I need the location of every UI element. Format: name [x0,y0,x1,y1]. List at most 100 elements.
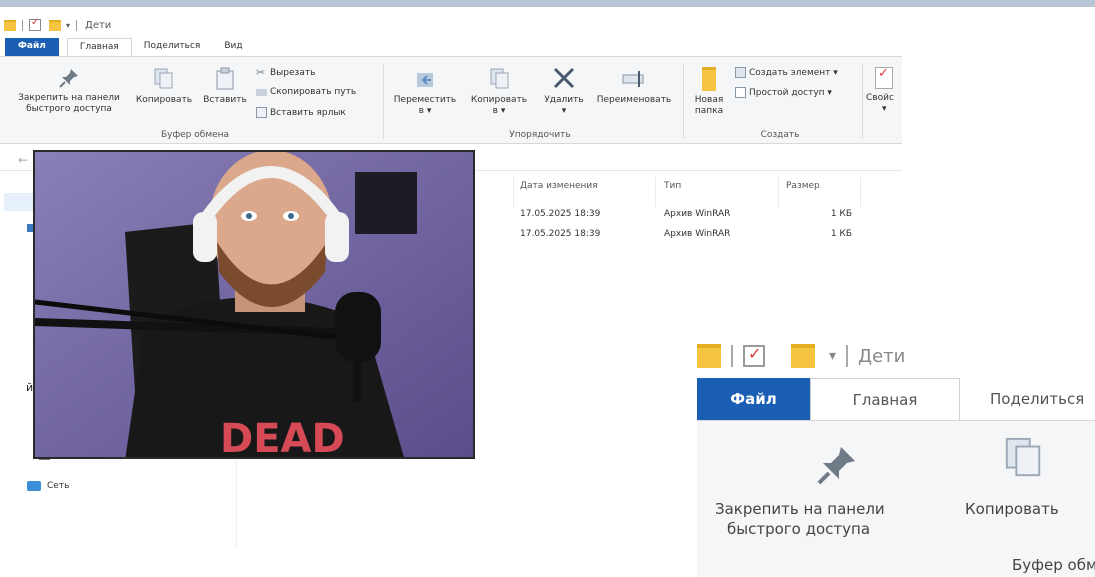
ribbon-tabs: Файл Главная Поделиться Вид [0,38,255,56]
paste-button[interactable]: Вставить [200,67,250,106]
cut-button[interactable]: ✂ Вырезать [256,67,315,78]
folder-icon[interactable] [4,19,16,31]
move-suffix: в ▾ [418,106,432,116]
new-item-icon [735,67,746,78]
new-item-button[interactable]: Создать элемент ▾ [735,67,838,78]
zoom-clipboard-label: Буфер обмена [1012,556,1095,574]
separator [22,19,23,31]
copy-to-icon [490,68,509,89]
column-separator [860,177,861,207]
move-icon [417,73,433,87]
delete-suffix: ▾ [561,106,567,116]
tab-share[interactable]: Поделиться [132,38,213,56]
new-folder-label-2: папка [694,106,724,116]
group-organize-label: Упорядочить [509,130,571,140]
delete-button[interactable]: Удалить ▾ [538,65,590,117]
copy-to-button[interactable]: Копировать в ▾ [463,67,535,117]
rename-icon [622,71,644,87]
tab-view[interactable]: Вид [212,38,254,56]
folder-icon [697,344,721,368]
nav-selected-item[interactable] [4,193,34,211]
properties-check-mark-icon: ✓ [878,67,889,81]
properties-icon: ✓ [875,67,893,89]
copy-to-suffix: в ▾ [492,106,506,116]
move-to-button[interactable]: Переместить в ▾ [387,67,463,117]
paste-shortcut-label: Вставить ярлык [270,107,346,118]
copy-icon [154,68,173,89]
delete-label: Удалить [544,95,584,105]
properties-label: Свойс [866,93,894,103]
ribbon: Закрепить на панели быстрого доступа Коп… [0,56,902,144]
shirt-print: DEAD [220,416,345,459]
easy-access-label: Простой доступ ▾ [749,87,832,98]
column-header-date[interactable]: Дата изменения [520,181,598,207]
new-folder-icon [702,67,716,91]
column-header-type[interactable]: Тип [664,181,681,207]
column-separator [655,177,656,207]
new-folder-label: Новая [694,95,724,105]
separator [731,345,733,367]
zoom-pin-label-2: быстрого доступа [727,520,871,538]
file-type: Архив WinRAR [664,229,731,239]
zoom-quick-access-toolbar: ▾ Дети [697,341,905,371]
customize-qat-arrow-icon: ▾ [829,348,837,364]
window-title: Дети [85,19,112,31]
easy-access-icon [735,87,746,98]
column-separator [513,177,514,207]
group-separator [683,63,684,139]
zoom-copy-label: Копировать [965,500,1059,518]
pin-icon [59,69,78,88]
zoom-ribbon-tabs: Файл Главная Поделиться [697,378,1084,420]
rename-button[interactable]: Переименовать [590,67,678,106]
move-label: Переместить [393,95,457,105]
copy-label: Копировать [135,95,193,105]
tab-home[interactable]: Главная [66,38,132,56]
group-clipboard-label: Буфер обмена [160,130,230,140]
window-top-border [0,0,1095,7]
zoom-window-title: Дети [858,345,906,367]
file-date: 17.05.2025 18:39 [520,229,601,239]
easy-access-button[interactable]: Простой доступ ▾ [735,87,832,98]
quick-access-toolbar: ▾ Дети [0,16,111,34]
copy-path-label: Скопировать путь [270,87,357,97]
group-new-label: Создать [760,130,800,140]
new-folder-icon [791,344,815,368]
zoom-tab-share: Поделиться [990,390,1085,408]
zoom-ribbon: Закрепить на панели быстрого доступа Коп… [697,420,1095,577]
nav-item-network[interactable]: Сеть [27,481,69,491]
zoom-pin-label: Закрепить на панели [715,500,885,518]
column-separator [778,177,779,207]
properties-suffix: ▾ [882,104,887,114]
new-item-label: Создать элемент ▾ [749,67,838,78]
file-type: Архив WinRAR [664,209,731,219]
back-arrow-icon[interactable]: ← [18,153,28,167]
new-folder-icon[interactable] [49,19,61,31]
zoom-tab-home: Главная [810,378,960,420]
cut-label: Вырезать [270,67,316,78]
copy-path-button[interactable]: Скопировать путь [256,87,356,97]
new-folder-button[interactable]: Новая папка [686,67,732,117]
customize-qat-arrow-icon[interactable]: ▾ [66,21,70,30]
group-separator [383,63,384,139]
pin-label-2: быстрого доступа [26,104,112,114]
column-header-size[interactable]: Размер [786,181,820,207]
webcam-overlay: DEAD [33,150,475,459]
webcam-feed-image: DEAD [35,152,473,459]
file-size: 1 КБ [830,209,852,219]
copy-to-label: Копировать [470,95,528,105]
paste-label: Вставить [203,95,247,105]
pin-label: Закрепить на панели [18,93,120,103]
tab-file[interactable]: Файл [5,38,59,56]
network-label: Сеть [47,481,70,491]
paste-shortcut-button[interactable]: Вставить ярлык [256,107,346,118]
file-date: 17.05.2025 18:39 [520,209,601,219]
separator [846,345,849,367]
shortcut-icon [256,107,267,118]
zoom-tab-file: Файл [697,378,810,420]
separator [76,19,78,31]
properties-check-icon[interactable] [29,17,41,31]
copy-button[interactable]: Копировать [130,67,198,106]
properties-button[interactable]: ✓ Свойс ▾ [866,67,902,115]
pin-quick-access-button[interactable]: Закрепить на панели быстрого доступа [10,67,128,115]
properties-check-icon [743,344,765,367]
